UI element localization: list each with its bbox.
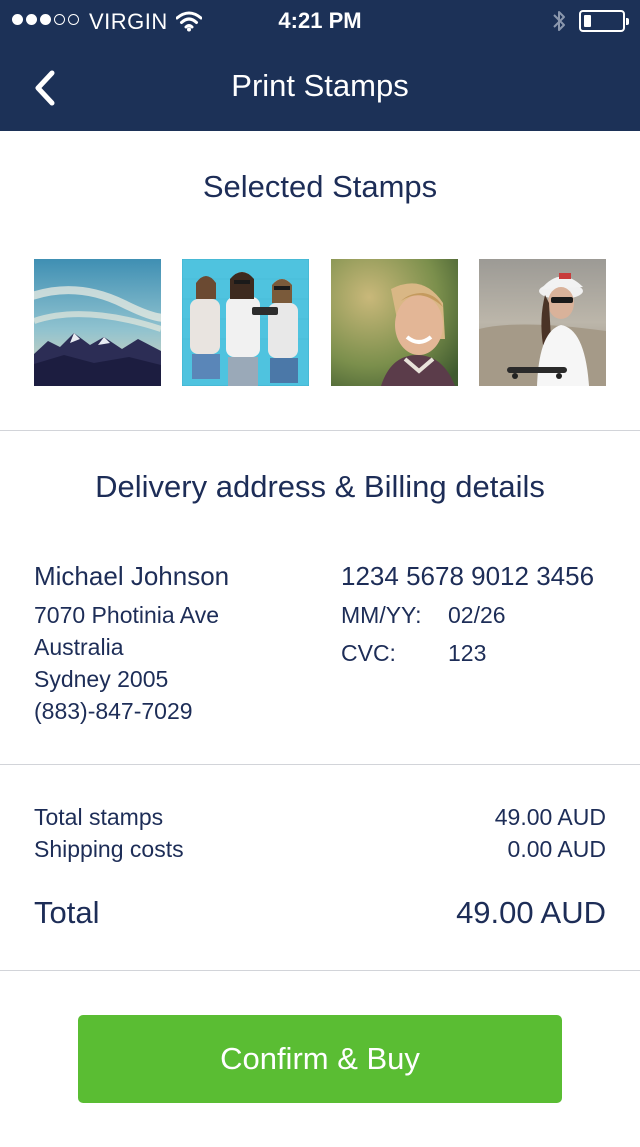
smiling-woman-image bbox=[331, 259, 458, 386]
cvc-value: 123 bbox=[448, 640, 487, 666]
address-country: Australia bbox=[34, 634, 124, 660]
expiry-label: MM/YY: bbox=[341, 602, 422, 628]
divider bbox=[0, 764, 640, 765]
stamp-woman-with-cap[interactable] bbox=[479, 259, 606, 386]
total-stamps-value: 49.00 AUD bbox=[494, 804, 606, 830]
shipping-value: 0.00 AUD bbox=[507, 836, 606, 862]
friends-selfie-image bbox=[182, 259, 309, 386]
divider bbox=[0, 430, 640, 431]
bluetooth-icon bbox=[553, 11, 565, 31]
stamps-row bbox=[34, 259, 606, 386]
customer-name: Michael Johnson bbox=[34, 561, 230, 591]
address-street: 7070 Photinia Ave bbox=[34, 602, 220, 628]
battery-level bbox=[584, 15, 591, 27]
stamp-smiling-woman[interactable] bbox=[331, 259, 458, 386]
cvc-label: CVC: bbox=[341, 640, 396, 666]
page-title: Print Stamps bbox=[231, 68, 409, 103]
shipping-label: Shipping costs bbox=[34, 836, 184, 862]
confirm-buy-button[interactable]: Confirm & Buy bbox=[78, 1015, 562, 1103]
total-stamps-label: Total stamps bbox=[34, 804, 164, 830]
battery-icon bbox=[579, 10, 629, 32]
status-bar: VIRGIN 4:21 PM bbox=[0, 0, 640, 42]
card-number: 1234 5678 9012 3456 bbox=[341, 561, 595, 591]
billing-heading: Delivery address & Billing details bbox=[95, 469, 545, 504]
mountain-sky-image bbox=[34, 259, 161, 386]
stamp-mountain-sky[interactable] bbox=[34, 259, 161, 386]
top-bar: VIRGIN 4:21 PM Print Stamps bbox=[0, 0, 640, 131]
stamp-friends-selfie[interactable] bbox=[182, 259, 309, 386]
address-phone: (883)-847-7029 bbox=[34, 698, 193, 724]
selected-stamps-heading: Selected Stamps bbox=[202, 169, 438, 204]
woman-with-cap-image bbox=[479, 259, 606, 386]
status-time: 4:21 PM bbox=[278, 8, 362, 33]
address-city: Sydney 2005 bbox=[34, 666, 169, 692]
expiry-value: 02/26 bbox=[448, 602, 506, 628]
divider bbox=[0, 970, 640, 971]
total-value: 49.00 AUD bbox=[456, 895, 606, 930]
total-label: Total bbox=[34, 895, 100, 930]
